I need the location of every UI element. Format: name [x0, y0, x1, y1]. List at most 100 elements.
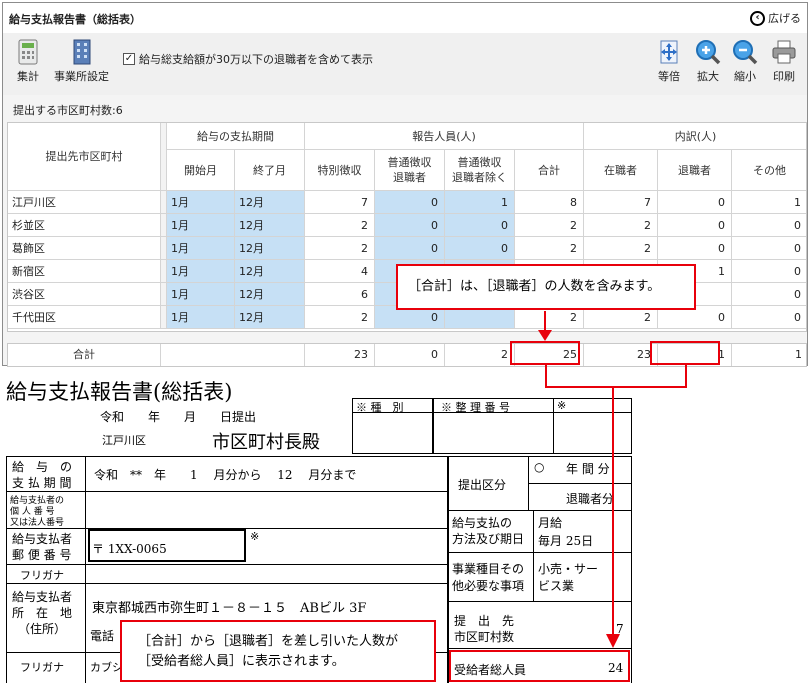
totals-other: 1: [795, 348, 802, 361]
cell-other[interactable]: 0: [732, 306, 806, 329]
include-retired-checkbox[interactable]: ✓ 給与総支給額が30万以下の退職者を含めて表示: [123, 51, 373, 67]
furigana-label-2: フリガナ: [20, 661, 64, 674]
cell-other[interactable]: 0: [732, 237, 806, 260]
cell-total[interactable]: 2: [515, 214, 584, 237]
cell-end[interactable]: 12月: [235, 237, 305, 260]
cell-start[interactable]: 1月: [167, 214, 235, 237]
cell-normal-excl[interactable]: 1: [445, 191, 515, 214]
retired-highlight: [650, 341, 720, 365]
print-button[interactable]: 印刷: [771, 39, 797, 84]
business-label-2: 他必要な事項: [452, 579, 525, 593]
col-normal-excl-header-l2: 退職者除く: [452, 171, 507, 184]
printer-icon: [772, 40, 796, 64]
zoom-in-label: 拡大: [697, 70, 719, 83]
postal-value: 〒 1XX-0065: [92, 542, 167, 556]
cell-normal-retired[interactable]: 0: [375, 214, 445, 237]
callout-bottom-line-1: ［合計］から［退職者］を差し引いた人数が: [138, 634, 399, 649]
cell-end[interactable]: 12月: [235, 214, 305, 237]
personal-no-label-3: 又は法人番号: [10, 518, 65, 528]
arrow-down-icon: [538, 330, 552, 341]
actual-size-button[interactable]: 等倍: [657, 39, 681, 84]
cell-special[interactable]: 2: [305, 237, 375, 260]
col-normal-excl-header-l1: 普通徴収: [457, 156, 502, 169]
postal-mark: ※: [250, 530, 260, 543]
cell-special[interactable]: 7: [305, 191, 375, 214]
pay-period-value: 令和 ** 年 1 月分から 12 月分まで: [94, 468, 357, 482]
cell-end[interactable]: 12月: [235, 260, 305, 283]
cell-name[interactable]: 杉並区: [8, 214, 161, 237]
building-icon: [73, 39, 90, 65]
aggregate-label: 集計: [17, 70, 39, 83]
cell-normal-retired[interactable]: 0: [375, 237, 445, 260]
cell-end[interactable]: 12月: [235, 306, 305, 329]
callout-bottom-line-2: ［受給者総人員］に表示されます。: [138, 654, 345, 669]
cell-start[interactable]: 1月: [167, 283, 235, 306]
cell-special[interactable]: 4: [305, 260, 375, 283]
cell-end[interactable]: 12月: [235, 283, 305, 306]
cell-start[interactable]: 1月: [167, 237, 235, 260]
pay-method-value-2: 毎月 25日: [538, 534, 594, 548]
cell-retired[interactable]: 0: [658, 191, 732, 214]
office-settings-button[interactable]: 事業所設定: [54, 39, 109, 84]
cell-name[interactable]: 江戸川区: [8, 191, 161, 214]
date-line: 令和 年 月 日提出: [100, 410, 257, 424]
reported-group-header: 報告人員(人): [305, 123, 584, 150]
col-total-header: 合計: [515, 150, 584, 191]
cell-retired[interactable]: 0: [658, 237, 732, 260]
col-other-header: その他: [732, 150, 806, 191]
cell-total[interactable]: 8: [515, 191, 584, 214]
cell-start[interactable]: 1月: [167, 306, 235, 329]
arrow-down-icon-2: [606, 634, 620, 648]
callout-recipients: ［合計］から［退職者］を差し引いた人数が ［受給者総人員］に表示されます。: [120, 620, 436, 682]
col-employed-header: 在職者: [584, 150, 658, 191]
cell-special[interactable]: 2: [305, 306, 375, 329]
retiree-part-label: 退職者分: [566, 492, 615, 506]
col-normal-excl-header: 普通徴収 退職者除く: [445, 150, 515, 191]
expand-label: 広げる: [768, 12, 801, 25]
cell-normal-excl[interactable]: 0: [445, 237, 515, 260]
col-normal-retired-header-l1: 普通徴収: [387, 156, 432, 169]
business-value-2: ビス業: [538, 579, 575, 593]
cell-name[interactable]: 渋谷区: [8, 283, 161, 306]
cell-special[interactable]: 6: [305, 283, 375, 306]
cell-other[interactable]: 0: [732, 214, 806, 237]
zoom-in-icon: [696, 40, 721, 65]
cell-name[interactable]: 新宿区: [8, 260, 161, 283]
cell-employed[interactable]: 2: [584, 237, 658, 260]
expand-button[interactable]: ‹ 広げる: [750, 10, 801, 26]
pay-method-label-1: 給与支払の: [452, 516, 513, 530]
totals-normal-excl: 2: [445, 344, 515, 366]
cell-name[interactable]: 葛飾区: [8, 237, 161, 260]
title-bar: 給与支払報告書（総括表） ‹ 広げる: [3, 3, 807, 33]
cell-other[interactable]: 1: [732, 191, 806, 214]
cell-start[interactable]: 1月: [167, 191, 235, 214]
ref-no-label: ※ 整 理 番 号: [441, 401, 510, 414]
totals-special: 23: [305, 344, 375, 366]
cell-retired[interactable]: 0: [658, 214, 732, 237]
zoom-out-button[interactable]: 縮小: [732, 39, 758, 84]
cell-special[interactable]: 2: [305, 214, 375, 237]
totals-label: 合計: [8, 344, 161, 366]
cell-other[interactable]: 0: [732, 260, 806, 283]
callout-top-text: ［合計］は、［退職者］の人数を含みます。: [408, 279, 661, 294]
cell-normal-excl[interactable]: 0: [445, 214, 515, 237]
muni-count-label-1: 提 出 先: [454, 614, 515, 628]
calculator-icon: [18, 39, 38, 65]
col-municipality-header: 提出先市区町村: [8, 123, 161, 191]
furigana-value: カブシ: [90, 661, 123, 674]
col-retired-header: 退職者: [658, 150, 732, 191]
phone-label: 電話: [90, 629, 115, 643]
cell-start[interactable]: 1月: [167, 260, 235, 283]
cell-employed[interactable]: 2: [584, 214, 658, 237]
callout-total-includes-retired: ［合計］は、［退職者］の人数を含みます。: [396, 264, 696, 310]
cell-employed[interactable]: 7: [584, 191, 658, 214]
cell-end[interactable]: 12月: [235, 191, 305, 214]
cell-total[interactable]: 2: [515, 237, 584, 260]
zoom-in-button[interactable]: 拡大: [695, 39, 721, 84]
municipality-count-bar: 提出する市区町村数:6: [3, 98, 807, 118]
cell-other[interactable]: 0: [732, 283, 806, 306]
aggregate-button[interactable]: 集計: [17, 39, 39, 84]
cell-name[interactable]: 千代田区: [8, 306, 161, 329]
business-label-1: 事業種目その: [452, 562, 525, 576]
cell-normal-retired[interactable]: 0: [375, 191, 445, 214]
